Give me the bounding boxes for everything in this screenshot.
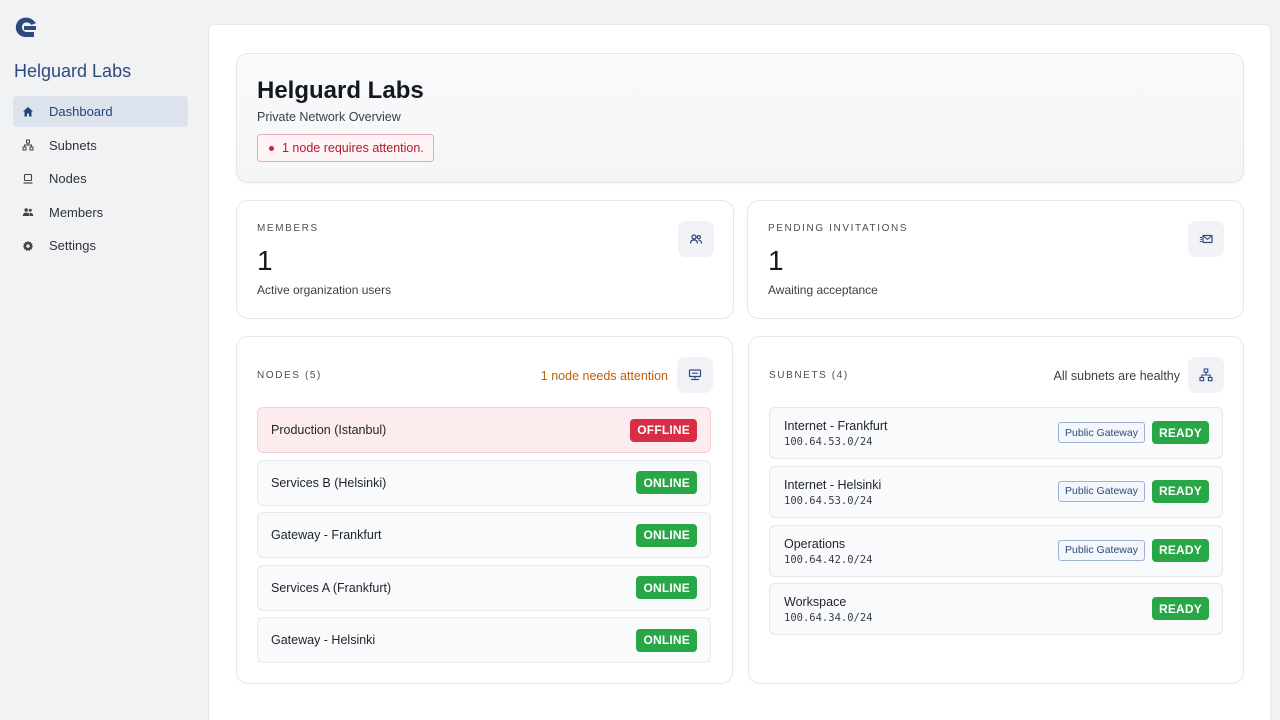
nodes-attention-status: 1 node needs attention (540, 369, 668, 383)
subnet-cidr: 100.64.53.0/24 (784, 494, 873, 507)
sidebar-item-label: Members (49, 204, 104, 220)
org-name: Helguard Labs (14, 61, 132, 81)
subnet-tags: READY (1151, 597, 1209, 621)
logo-icon[interactable] (14, 16, 38, 38)
invitations-stat-card[interactable]: PENDING INVITATIONS 1 Awaiting acceptanc… (747, 200, 1244, 319)
sidebar: Helguard Labs Dashboard Subnets Nodes Me… (0, 0, 200, 720)
alert-dot-icon (269, 145, 274, 151)
status-badge: READY (1151, 479, 1209, 503)
node-name: Gateway - Frankfurt (271, 528, 382, 543)
panel-title: SUBNETS (4) (769, 370, 849, 381)
status-badge: ONLINE (636, 576, 697, 600)
node-row[interactable]: Services A (Frankfurt) ONLINE (257, 564, 711, 611)
subnet-row[interactable]: Operations 100.64.42.0/24 Public Gateway… (769, 524, 1223, 577)
server-icon[interactable] (677, 357, 713, 393)
subnet-name: Operations (784, 536, 846, 551)
gear-icon (21, 239, 35, 253)
status-badge: ONLINE (636, 471, 697, 495)
subnet-name: Workspace (784, 595, 847, 610)
panel-title: NODES (5) (257, 370, 322, 381)
subnet-tags: Public Gateway READY (1058, 479, 1209, 503)
subnet-cidr: 100.64.42.0/24 (784, 553, 873, 566)
node-name: Services B (Helsinki) (271, 475, 387, 490)
subnet-tags: Public Gateway READY (1058, 421, 1209, 444)
sidebar-item-label: Nodes (49, 171, 87, 187)
stat-value: 1 (768, 245, 784, 276)
mail-icon (1188, 221, 1224, 257)
public-gateway-tag: Public Gateway (1058, 422, 1145, 443)
sidebar-item-label: Subnets (49, 137, 97, 153)
sidebar-item-settings[interactable]: Settings (13, 230, 188, 261)
stat-description: Active organization users (257, 283, 392, 297)
node-row[interactable]: Services B (Helsinki) ONLINE (257, 459, 711, 506)
node-row[interactable]: Production (Istanbul) OFFLINE (257, 407, 711, 453)
status-badge: ONLINE (636, 628, 697, 652)
nodes-panel: NODES (5) 1 node needs attention Product… (236, 336, 733, 684)
stat-label: PENDING INVITATIONS (768, 223, 909, 234)
subnet-list: Internet - Frankfurt 100.64.53.0/24 Publ… (769, 407, 1223, 642)
computer-icon (21, 172, 35, 186)
stat-description: Awaiting acceptance (768, 283, 878, 297)
status-badge: READY (1151, 421, 1209, 444)
node-row[interactable]: Gateway - Helsinki ONLINE (257, 617, 711, 664)
node-list: Production (Istanbul) OFFLINE Services B… (257, 407, 711, 670)
main-panel: Helguard Labs Private Network Overview 1… (208, 24, 1271, 720)
subnet-cidr: 100.64.53.0/24 (784, 436, 873, 448)
home-icon (21, 105, 35, 119)
subnet-row[interactable]: Workspace 100.64.34.0/24 READY (769, 583, 1223, 636)
public-gateway-tag: Public Gateway (1058, 539, 1145, 561)
members-stat-card[interactable]: MEMBERS 1 Active organization users (236, 200, 734, 319)
subnet-cidr: 100.64.34.0/24 (784, 612, 873, 625)
public-gateway-tag: Public Gateway (1058, 480, 1145, 502)
sidebar-item-subnets[interactable]: Subnets (13, 130, 188, 161)
status-badge: READY (1151, 538, 1209, 562)
sidebar-item-dashboard[interactable]: Dashboard (13, 96, 188, 127)
status-badge: ONLINE (636, 523, 697, 547)
subnet-row[interactable]: Internet - Frankfurt 100.64.53.0/24 Publ… (769, 407, 1223, 459)
node-name: Production (Istanbul) (271, 423, 387, 437)
page-subtitle: Private Network Overview (257, 110, 401, 124)
network-icon (21, 138, 35, 152)
stat-label: MEMBERS (257, 223, 319, 234)
subnet-name: Internet - Frankfurt (784, 419, 888, 433)
subnet-name: Internet - Helsinki (784, 477, 882, 492)
network-icon[interactable] (1188, 357, 1224, 393)
node-name: Gateway - Helsinki (271, 633, 376, 648)
sidebar-nav: Dashboard Subnets Nodes Members Settings (13, 96, 188, 264)
subnets-panel: SUBNETS (4) All subnets are healthy Inte… (748, 336, 1244, 684)
sidebar-item-nodes[interactable]: Nodes (13, 163, 188, 194)
sidebar-item-members[interactable]: Members (13, 197, 188, 228)
subnet-tags: Public Gateway READY (1058, 538, 1209, 562)
node-name: Services A (Frankfurt) (271, 580, 392, 595)
status-badge: OFFLINE (630, 418, 697, 442)
overview-header-card: Helguard Labs Private Network Overview 1… (236, 53, 1244, 183)
users-icon (678, 221, 714, 257)
attention-alert[interactable]: 1 node requires attention. (257, 134, 434, 162)
subnet-row[interactable]: Internet - Helsinki 100.64.53.0/24 Publi… (769, 465, 1223, 518)
subnets-health-status: All subnets are healthy (1053, 369, 1180, 383)
stat-value: 1 (257, 245, 273, 276)
sidebar-item-label: Dashboard (49, 104, 113, 119)
page-title: Helguard Labs (257, 77, 424, 104)
sidebar-item-label: Settings (49, 238, 96, 254)
node-row[interactable]: Gateway - Frankfurt ONLINE (257, 512, 711, 559)
status-badge: READY (1151, 597, 1209, 621)
alert-text: 1 node requires attention. (282, 141, 424, 155)
users-icon (21, 205, 35, 219)
